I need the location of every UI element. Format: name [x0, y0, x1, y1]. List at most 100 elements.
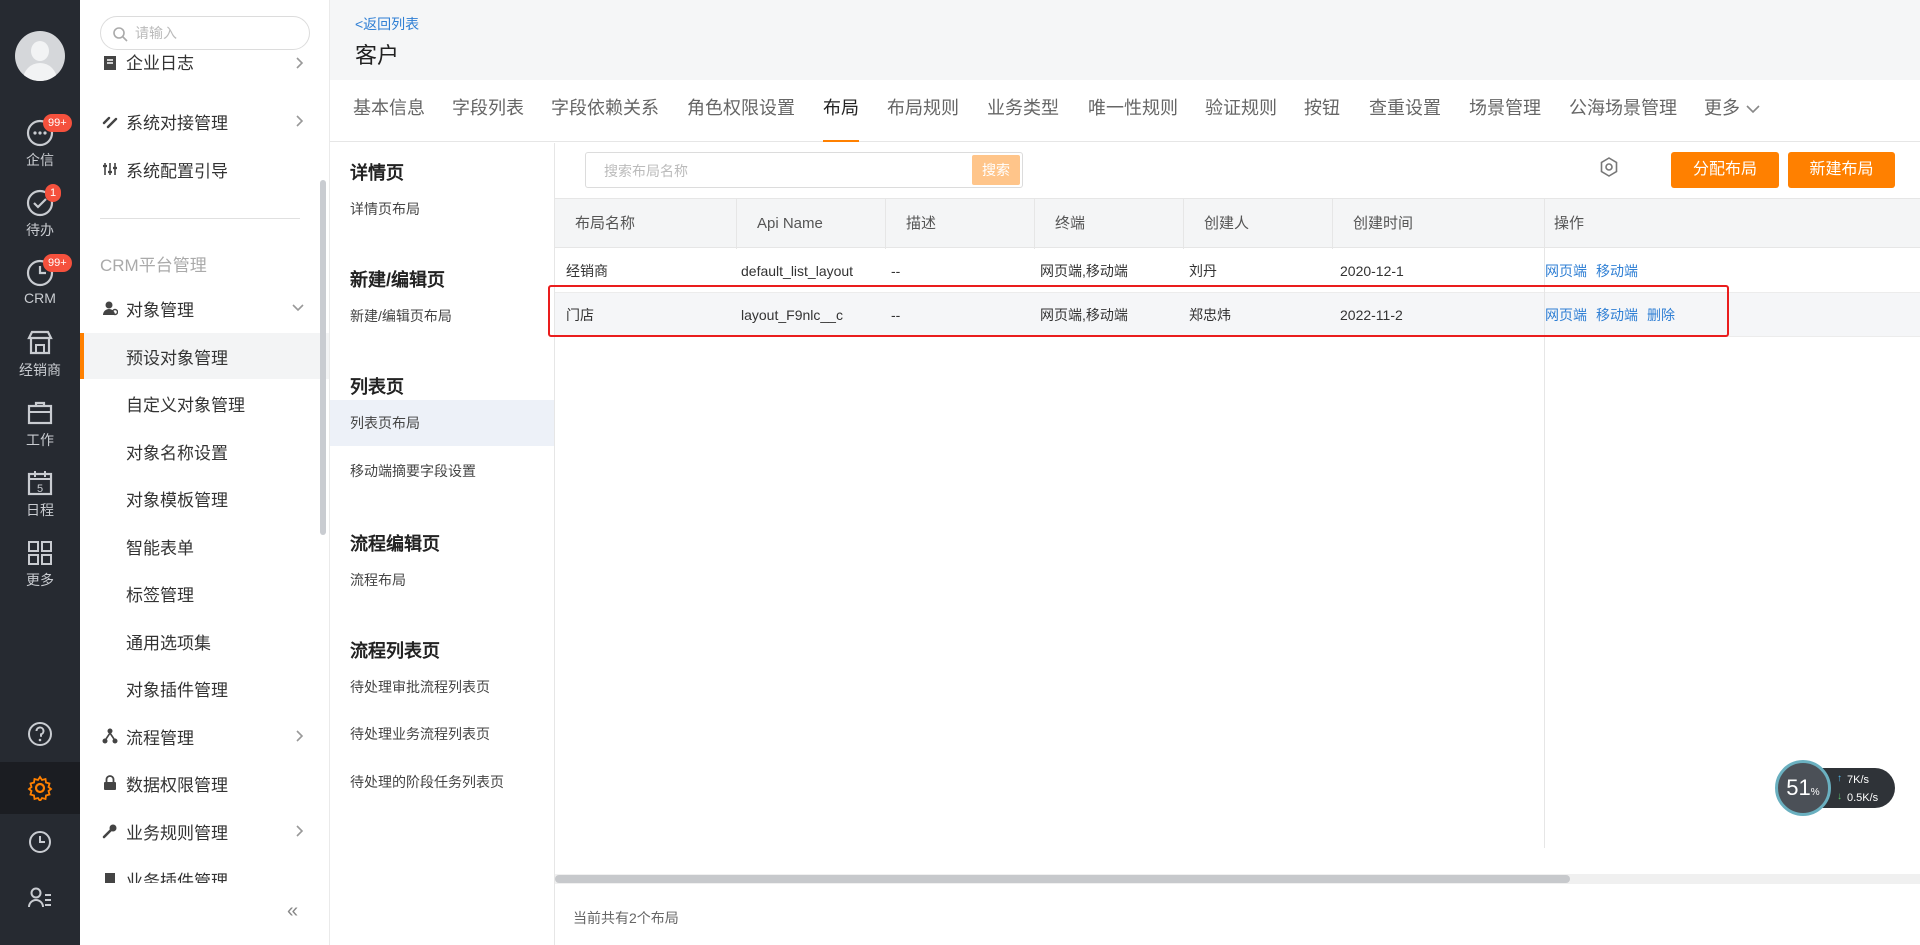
layout-page-types: 详情页 详情页布局 新建/编辑页 新建/编辑页布局 列表页 列表页布局 移动端摘… — [330, 143, 555, 945]
history-icon — [29, 831, 51, 853]
tab-uniqueness-rules[interactable]: 唯一性规则 — [1088, 80, 1178, 142]
contacts-button[interactable] — [0, 872, 80, 924]
sidebar-scrollbar[interactable] — [320, 180, 326, 535]
tab-scene-management[interactable]: 场景管理 — [1469, 80, 1541, 142]
page-item-approval-list[interactable]: 待处理审批流程列表页 — [330, 664, 554, 710]
layout-list-panel: 搜索 分配布局 新建布局 布局名称 Api Name 描述 终端 创建人 创建时… — [548, 143, 1920, 945]
rail-item-messages[interactable]: 企信 99+ — [0, 114, 80, 184]
rail-item-crm[interactable]: CRM 99+ — [0, 254, 80, 324]
calendar-day: 5 — [37, 483, 43, 495]
page-item-business-flow-list[interactable]: 待处理业务流程列表页 — [330, 711, 554, 757]
tab-field-dependencies[interactable]: 字段依赖关系 — [551, 80, 659, 142]
network-monitor-widget[interactable]: 51% ↑ 7K/s ↓ 0.5K/s — [1775, 760, 1897, 816]
tab-pool-scene-management[interactable]: 公海场景管理 — [1569, 80, 1677, 142]
back-to-list-link[interactable]: <返回列表 — [355, 14, 419, 34]
page-item-flow-layout[interactable]: 流程布局 — [330, 557, 554, 603]
sidebar-item-object-management[interactable]: 对象管理 — [80, 285, 329, 331]
sidebar-item-label: 标签管理 — [126, 585, 194, 605]
page-item-mobile-summary[interactable]: 移动端摘要字段设置 — [330, 448, 554, 494]
scrollbar-thumb[interactable] — [555, 875, 1570, 883]
layout-search-input[interactable] — [604, 161, 954, 181]
section-title-list: 列表页 — [350, 377, 404, 397]
sidebar-item-object-templates[interactable]: 对象模板管理 — [80, 475, 329, 521]
tab-role-permissions[interactable]: 角色权限设置 — [687, 80, 795, 142]
settings-icon[interactable] — [1598, 156, 1620, 178]
new-layout-button[interactable]: 新建布局 — [1788, 152, 1895, 188]
sidebar-item-object-naming[interactable]: 对象名称设置 — [80, 428, 329, 474]
rail-item-schedule[interactable]: 5 日程 — [0, 468, 80, 534]
sidebar-item-label: 预设对象管理 — [126, 348, 228, 368]
rail-label: 经销商 — [19, 362, 61, 378]
sidebar-item-data-permissions[interactable]: 数据权限管理 — [80, 760, 329, 806]
sidebar-item-enterprise-log[interactable]: 企业日志 — [80, 51, 329, 97]
column-header: 布局名称 — [555, 199, 737, 249]
column-header: 终端 — [1035, 199, 1184, 249]
page-item-list-layout[interactable]: 列表页布局 — [330, 400, 554, 446]
sidebar-item-object-plugins[interactable]: 对象插件管理 — [80, 665, 329, 711]
sidebar-item-preset-objects[interactable]: 预设对象管理 — [80, 333, 329, 379]
history-button[interactable] — [0, 816, 80, 868]
settings-button[interactable] — [0, 762, 80, 814]
rail-item-work[interactable]: 工作 — [0, 398, 80, 464]
rail-item-todo[interactable]: 待办 1 — [0, 184, 80, 254]
sidebar-item-label: 智能表单 — [126, 538, 194, 558]
tab-more[interactable]: 更多 — [1704, 80, 1760, 142]
sidebar-item-label: 企业日志 — [126, 54, 194, 73]
usage-gauge: 51% — [1775, 760, 1831, 816]
table-horizontal-scrollbar[interactable] — [555, 874, 1920, 884]
assign-layout-button[interactable]: 分配布局 — [1671, 152, 1779, 188]
sidebar-item-smart-forms[interactable]: 智能表单 — [80, 523, 329, 569]
table-header: 布局名称 Api Name 描述 终端 创建人 创建时间 操作 — [555, 198, 1920, 249]
grid-icon — [28, 541, 52, 565]
rail-item-dealer[interactable]: 经销商 — [0, 328, 80, 394]
sidebar-search-input[interactable] — [135, 24, 295, 42]
store-icon — [27, 330, 53, 355]
sidebar-item-system-integration[interactable]: 系统对接管理 — [80, 98, 329, 144]
rail-label: 日程 — [26, 502, 54, 518]
tab-field-list[interactable]: 字段列表 — [452, 80, 524, 142]
rail-item-more[interactable]: 更多 — [0, 538, 80, 604]
sidebar-item-config-guide[interactable]: 系统配置引导 — [80, 146, 329, 192]
page-item-detail-layout[interactable]: 详情页布局 — [330, 186, 554, 232]
rail-label: 工作 — [26, 432, 54, 448]
download-speed: 0.5K/s — [1847, 792, 1879, 804]
tab-layout-rules[interactable]: 布局规则 — [887, 80, 959, 142]
page-item-stage-task-list[interactable]: 待处理的阶段任务列表页 — [330, 759, 554, 805]
flow-icon — [102, 728, 118, 744]
tab-duplicate-check[interactable]: 查重设置 — [1369, 80, 1441, 142]
section-title-flow-list: 流程列表页 — [350, 641, 440, 661]
sidebar-item-business-rules[interactable]: 业务规则管理 — [80, 808, 329, 854]
mobile-layout-link[interactable]: 移动端 — [1596, 263, 1638, 279]
chevron-right-icon — [296, 825, 304, 837]
briefcase-icon — [27, 401, 53, 425]
tab-validation-rules[interactable]: 验证规则 — [1205, 80, 1277, 142]
sidebar-item-label: 业务插件管理 — [126, 872, 228, 883]
sliders-icon — [103, 163, 117, 175]
sidebar-item-option-sets[interactable]: 通用选项集 — [80, 618, 329, 664]
sidebar-item-tags[interactable]: 标签管理 — [80, 570, 329, 616]
page-item-edit-layout[interactable]: 新建/编辑页布局 — [330, 293, 554, 339]
tab-basic-info[interactable]: 基本信息 — [353, 80, 425, 142]
sidebar-item-custom-objects[interactable]: 自定义对象管理 — [80, 380, 329, 426]
tab-buttons[interactable]: 按钮 — [1304, 80, 1340, 142]
chevron-down-icon — [292, 304, 304, 312]
sidebar-search[interactable] — [100, 16, 310, 50]
object-icon — [103, 301, 118, 316]
gear-icon — [27, 775, 53, 801]
tab-business-types[interactable]: 业务类型 — [987, 80, 1059, 142]
layout-search: 搜索 — [585, 152, 1023, 188]
user-avatar[interactable] — [15, 31, 65, 81]
search-button[interactable]: 搜索 — [972, 155, 1020, 185]
log-icon — [104, 56, 116, 70]
column-header: 操作 — [1554, 215, 1585, 232]
column-header: Api Name — [737, 199, 886, 249]
sidebar-item-business-plugins[interactable]: 业务插件管理 — [80, 855, 329, 883]
help-button[interactable] — [0, 708, 80, 760]
chevron-right-icon — [296, 115, 304, 127]
sidebar-item-process-management[interactable]: 流程管理 — [80, 713, 329, 759]
crm-badge: 99+ — [43, 254, 72, 272]
tab-layout[interactable]: 布局 — [823, 80, 859, 142]
rail-label: 更多 — [26, 572, 54, 588]
web-layout-link[interactable]: 网页端 — [1545, 263, 1587, 279]
collapse-sidebar-button[interactable]: « — [287, 900, 298, 923]
